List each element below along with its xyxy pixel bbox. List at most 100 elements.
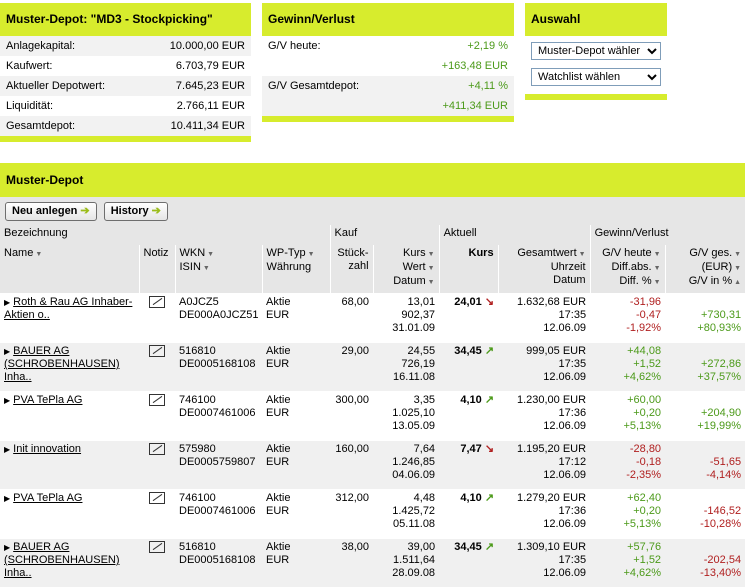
cell-wkn-isin: 575980DE0005759807 xyxy=(175,441,262,490)
expand-icon[interactable]: ▶ xyxy=(4,347,10,356)
cell-name: ▶PVA TePla AG xyxy=(0,490,139,539)
arrow-right-icon: ➔ xyxy=(80,205,89,217)
sort-icon: ▼ xyxy=(203,265,210,272)
gv-gesamt-row: G/V Gesamtdepot: +4,11 % xyxy=(262,76,514,96)
watchlist-select[interactable]: Watchlist wählen xyxy=(531,68,661,86)
stock-link[interactable]: BAUER AG (SCHROBENHAUSEN) Inha.. xyxy=(4,541,120,579)
cell-stueckzahl: 312,00 xyxy=(330,490,373,539)
depot-row-label: Gesamtdepot: xyxy=(6,116,75,136)
sort-icon: ▼ xyxy=(654,251,661,258)
cell-typ: AktieEUR xyxy=(262,441,330,490)
depot-summary-title: Muster-Depot: "MD3 - Stockpicking" xyxy=(0,3,251,36)
cell-name: ▶Init innovation xyxy=(0,441,139,490)
note-edit-icon[interactable] xyxy=(149,443,165,455)
cell-typ: AktieEUR xyxy=(262,294,330,343)
col-notiz: Notiz xyxy=(139,245,175,294)
cell-typ: AktieEUR xyxy=(262,490,330,539)
depot-summary-footer xyxy=(0,136,251,142)
sort-icon: ▼ xyxy=(654,279,661,286)
note-edit-icon[interactable] xyxy=(149,541,165,553)
col-wkn-isin[interactable]: WKN▼ISIN▼ xyxy=(175,245,262,294)
depot-row-label: Aktueller Depotwert: xyxy=(6,76,105,96)
cell-name: ▶PVA TePla AG xyxy=(0,392,139,441)
expand-icon[interactable]: ▶ xyxy=(4,298,10,307)
cell-gv-heute: +44,08+1,52+4,62% xyxy=(590,343,665,392)
depot-summary-rows: Anlagekapital: 10.000,00 EURKaufwert: 6.… xyxy=(0,36,251,136)
stock-link[interactable]: PVA TePla AG xyxy=(13,394,82,406)
depot-summary-row: Aktueller Depotwert: 7.645,23 EUR xyxy=(0,76,251,96)
note-edit-icon[interactable] xyxy=(149,492,165,504)
cell-gesamtwert: 1.230,00 EUR17:3612.06.09 xyxy=(498,392,590,441)
cell-kauf: 24,55726,1916.11.08 xyxy=(373,343,439,392)
header-group-row: Bezeichnung Kauf Aktuell Gewinn/Verlust xyxy=(0,225,745,245)
gv-gesamt-pct: +4,11 % xyxy=(468,76,508,96)
stock-link[interactable]: Roth & Rau AG Inhaber-Aktien o.. xyxy=(4,296,132,321)
cell-aktuell-kurs: 34,45 ↗ xyxy=(439,343,498,392)
cell-notiz xyxy=(139,392,175,441)
col-gesamtwert[interactable]: Gesamtwert▼UhrzeitDatum xyxy=(498,245,590,294)
note-edit-icon[interactable] xyxy=(149,296,165,308)
neu-anlegen-button[interactable]: Neu anlegen➔ xyxy=(5,202,97,221)
gv-footer xyxy=(262,116,514,122)
arrow-right-icon: ➔ xyxy=(152,205,161,217)
header-bezeichnung: Bezeichnung xyxy=(0,225,330,245)
cell-wkn-isin: 746100DE0007461006 xyxy=(175,392,262,441)
history-button[interactable]: History➔ xyxy=(104,202,168,221)
stock-link[interactable]: PVA TePla AG xyxy=(13,492,82,504)
auswahl-title: Auswahl xyxy=(525,3,667,36)
col-stueckzahl: Stück-zahl xyxy=(330,245,373,294)
cell-gesamtwert: 1.309,10 EUR17:3512.06.09 xyxy=(498,539,590,587)
col-gv-gesamt[interactable]: G/V ges.▼(EUR)▼G/V in %▲ xyxy=(665,245,745,294)
section-title: Muster-Depot xyxy=(0,163,745,197)
cell-stueckzahl: 38,00 xyxy=(330,539,373,587)
col-gv-heute[interactable]: G/V heute▼Diff.abs.▼Diff. %▼ xyxy=(590,245,665,294)
sort-icon: ▼ xyxy=(579,251,586,258)
cell-kauf: 13,01902,3731.01.09 xyxy=(373,294,439,343)
cell-gv-heute: +62,40+0,20+5,13% xyxy=(590,490,665,539)
cell-notiz xyxy=(139,294,175,343)
table-row: ▶BAUER AG (SCHROBENHAUSEN) Inha.. 516810… xyxy=(0,343,745,392)
stock-link[interactable]: Init innovation xyxy=(13,443,81,455)
trend-down-icon: ↘ xyxy=(485,443,494,455)
cell-kauf: 7,641.246,8504.06.09 xyxy=(373,441,439,490)
cell-kauf: 3,351.025,1013.05.09 xyxy=(373,392,439,441)
note-edit-icon[interactable] xyxy=(149,394,165,406)
depot-select-row: Muster-Depot wähler xyxy=(525,36,667,62)
expand-icon[interactable]: ▶ xyxy=(4,445,10,454)
expand-icon[interactable]: ▶ xyxy=(4,543,10,552)
trend-up-icon: ↗ xyxy=(485,345,494,357)
cell-notiz xyxy=(139,539,175,587)
depot-select[interactable]: Muster-Depot wähler xyxy=(531,42,661,60)
cell-kauf: 39,001.511,6428.09.08 xyxy=(373,539,439,587)
sort-icon: ▼ xyxy=(428,279,435,286)
cell-typ: AktieEUR xyxy=(262,343,330,392)
expand-icon[interactable]: ▶ xyxy=(4,494,10,503)
cell-stueckzahl: 160,00 xyxy=(330,441,373,490)
col-kauf-kurs[interactable]: Kurs▼Wert▼Datum▼ xyxy=(373,245,439,294)
table-row: ▶PVA TePla AG 746100DE0007461006 AktieEU… xyxy=(0,392,745,441)
cell-gesamtwert: 1.195,20 EUR17:1212.06.09 xyxy=(498,441,590,490)
cell-kauf: 4,481.425,7205.11.08 xyxy=(373,490,439,539)
expand-icon[interactable]: ▶ xyxy=(4,396,10,405)
depot-row-value: 2.766,11 EUR xyxy=(177,96,245,116)
cell-gv-gesamt: -202,54-13,40% xyxy=(665,539,745,587)
cell-typ: AktieEUR xyxy=(262,539,330,587)
col-name[interactable]: Name▼ xyxy=(0,245,139,294)
auswahl-footer xyxy=(525,94,667,100)
cell-stueckzahl: 29,00 xyxy=(330,343,373,392)
trend-up-icon: ↗ xyxy=(485,541,494,553)
sort-icon: ▼ xyxy=(35,251,42,258)
sort-icon: ▼ xyxy=(734,265,741,272)
cell-gv-heute: -31,96-0,47-1,92% xyxy=(590,294,665,343)
positions-table: Bezeichnung Kauf Aktuell Gewinn/Verlust … xyxy=(0,225,745,587)
trend-down-icon: ↘ xyxy=(485,296,494,308)
depot-row-value: 10.000,00 EUR xyxy=(170,36,245,56)
col-wptyp[interactable]: WP-Typ▼Währung xyxy=(262,245,330,294)
note-edit-icon[interactable] xyxy=(149,345,165,357)
cell-notiz xyxy=(139,441,175,490)
gv-gesamt-label: G/V Gesamtdepot: xyxy=(268,76,359,96)
cell-gv-heute: +57,76+1,52+4,62% xyxy=(590,539,665,587)
cell-typ: AktieEUR xyxy=(262,392,330,441)
stock-link[interactable]: BAUER AG (SCHROBENHAUSEN) Inha.. xyxy=(4,345,120,383)
cell-wkn-isin: A0JCZ5DE000A0JCZ51 xyxy=(175,294,262,343)
